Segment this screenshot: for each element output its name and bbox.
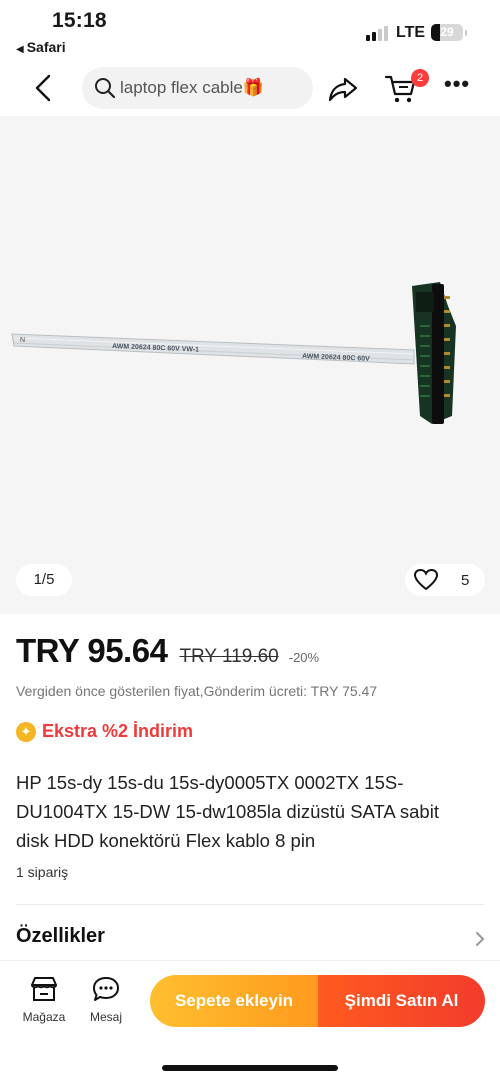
battery-level: 29: [440, 25, 454, 39]
image-counter: 1/5: [16, 564, 72, 596]
gift-emoji: 🎁: [242, 78, 265, 97]
status-bar: 15:18 ◀ Safari LTE 29: [0, 0, 500, 58]
back-triangle-icon: ◀: [16, 44, 24, 55]
wishlist-button[interactable]: 5: [405, 564, 485, 596]
cable-print-2: AWM 20624 80C 60V: [302, 353, 370, 363]
back-icon: [35, 74, 51, 102]
back-button[interactable]: [26, 70, 62, 106]
search-query: laptop flex cable🎁: [120, 78, 264, 98]
battery-icon: 29: [431, 24, 467, 41]
message-icon: [93, 977, 119, 1001]
add-to-cart-button[interactable]: Sepete ekleyin: [150, 975, 318, 1027]
share-icon: [328, 77, 358, 102]
search-bar[interactable]: laptop flex cable🎁: [82, 67, 313, 109]
divider: [16, 904, 484, 905]
wishlist-count: 5: [461, 571, 470, 589]
discount-percent: -20%: [288, 650, 320, 665]
signal-icon: [366, 25, 392, 41]
back-to-app-link[interactable]: ◀ Safari: [16, 39, 66, 55]
network-label: LTE: [396, 24, 426, 41]
message-label: Mesaj: [89, 1010, 122, 1024]
store-button[interactable]: Mağaza: [16, 975, 72, 1024]
search-query-text: laptop flex cable: [120, 78, 243, 97]
extra-discount-label: Ekstra %2 İndirim: [42, 721, 194, 741]
store-label: Mağaza: [22, 1010, 66, 1024]
back-app-label: Safari: [26, 39, 66, 55]
original-price: TRY 119.60: [179, 646, 279, 667]
cart-badge: 2: [411, 69, 429, 87]
product-title: HP 15s-dy 15s-du 15s-dy0005TX 0002TX 15S…: [16, 772, 439, 851]
heart-icon: [413, 568, 439, 591]
current-price: TRY 95.64: [16, 632, 168, 669]
cable-edge-mark: N: [20, 337, 25, 344]
message-button[interactable]: Mesaj: [78, 975, 134, 1024]
more-icon[interactable]: •••: [444, 73, 470, 98]
product-image: N AWM 20624 80C 60V VW-1 AWM 20624 80C 6…: [11, 282, 456, 424]
share-button[interactable]: [326, 72, 360, 106]
home-indicator: [162, 1065, 338, 1071]
shipping-note: Vergiden önce gösterilen fiyat,Gönderim …: [16, 683, 378, 699]
order-count: 1 sipariş: [16, 864, 69, 880]
extra-discount[interactable]: ✦ Ekstra %2 İndirim: [16, 721, 193, 742]
specs-heading[interactable]: Özellikler: [16, 925, 105, 948]
store-icon: [31, 977, 57, 1001]
top-nav: laptop flex cable🎁 2 •••: [0, 60, 500, 116]
clock: 15:18: [52, 9, 107, 32]
product-gallery[interactable]: N AWM 20624 80C 60V VW-1 AWM 20624 80C 6…: [0, 116, 500, 614]
coupon-icon: ✦: [16, 721, 36, 742]
chevron-right-icon[interactable]: [473, 930, 487, 948]
bottom-action-bar: Mağaza Mesaj Sepete ekleyin Şimdi Satın …: [0, 960, 500, 1080]
search-icon: [95, 78, 116, 99]
buy-now-button[interactable]: Şimdi Satın Al: [318, 975, 485, 1027]
price-row: TRY 95.64 TRY 119.60 -20%: [16, 632, 486, 672]
